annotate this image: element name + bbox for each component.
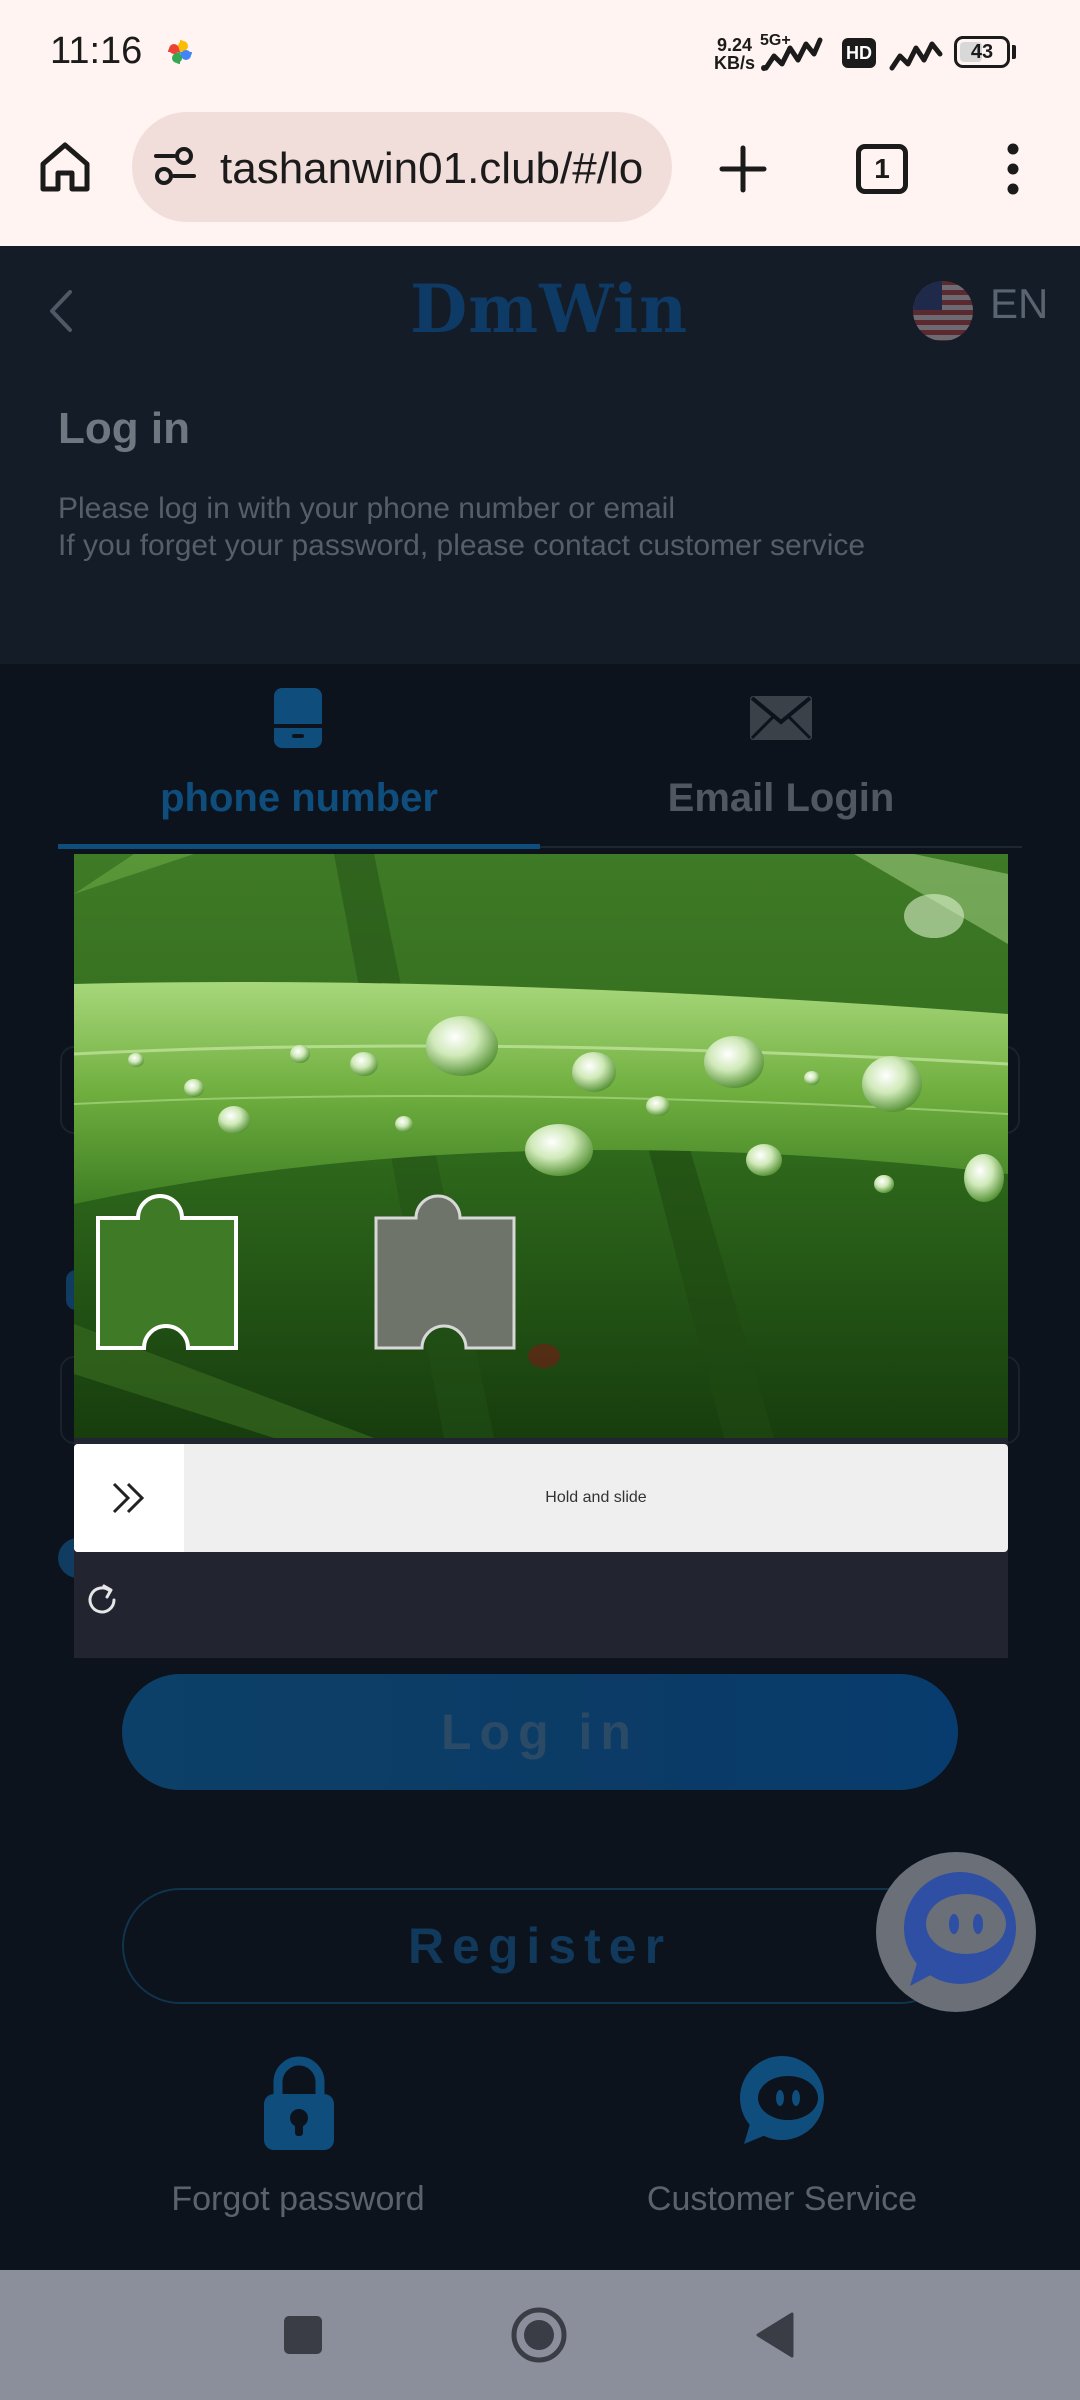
- address-bar[interactable]: tashanwin01.club/#/lo: [132, 112, 672, 222]
- page-title: Log in: [58, 404, 190, 453]
- customer-service-link[interactable]: Customer Service: [582, 2180, 982, 2219]
- tab-email-login[interactable]: Email Login: [540, 776, 1022, 821]
- tab-phone-number[interactable]: phone number: [58, 776, 540, 821]
- network-speed: 9.24 KB/s: [714, 35, 756, 73]
- lock-icon[interactable]: [258, 2054, 340, 2152]
- tab-switcher-button[interactable]: 1: [856, 144, 908, 194]
- forgot-password-link[interactable]: Forgot password: [98, 2180, 498, 2219]
- captcha-image: [74, 854, 1008, 1438]
- hd-badge: HD: [842, 38, 876, 68]
- refresh-icon[interactable]: [82, 1580, 122, 1620]
- photos-icon: [168, 40, 192, 64]
- back-arrow-icon[interactable]: [44, 286, 78, 336]
- battery-icon: 43: [954, 36, 1010, 68]
- home-button[interactable]: [510, 2306, 568, 2364]
- active-tab-indicator: [58, 844, 540, 849]
- captcha-slider-handle[interactable]: [74, 1444, 184, 1552]
- new-tab-icon[interactable]: [718, 144, 768, 194]
- site-settings-icon[interactable]: [152, 146, 198, 188]
- captcha-slider-track[interactable]: Hold and slide: [74, 1444, 1008, 1552]
- dmwin-logo: DmWin: [410, 270, 689, 348]
- browser-toolbar: tashanwin01.club/#/lo 1: [0, 108, 1080, 246]
- url-text[interactable]: tashanwin01.club/#/lo: [220, 144, 656, 194]
- page-header: DmWin EN Log in Please log in with your …: [0, 246, 1080, 664]
- back-button[interactable]: [752, 2310, 798, 2360]
- envelope-icon[interactable]: [748, 694, 814, 742]
- signal-strength-icon: [889, 41, 943, 71]
- login-instructions: Please log in with your phone number or …: [58, 492, 866, 562]
- us-flag-icon[interactable]: [910, 280, 976, 342]
- login-button[interactable]: Log in: [122, 1674, 958, 1790]
- system-navigation-bar: [0, 2270, 1080, 2400]
- chat-bubble-icon[interactable]: [874, 1850, 1038, 2014]
- recent-apps-button[interactable]: [284, 2316, 322, 2354]
- more-options-icon[interactable]: [998, 140, 1028, 198]
- slider-instruction: Hold and slide: [545, 1489, 647, 1506]
- language-label[interactable]: EN: [990, 280, 1048, 328]
- double-chevron-right-icon: [112, 1482, 145, 1514]
- status-bar: 11:16 9.24 KB/s 5G+ HD 43: [0, 0, 1080, 108]
- customer-service-icon[interactable]: [734, 2054, 828, 2148]
- battery-level: 43: [970, 41, 994, 63]
- status-time: 11:16: [50, 30, 143, 72]
- home-icon[interactable]: [36, 138, 94, 196]
- register-button[interactable]: Register: [122, 1888, 958, 2004]
- mobile-signal-icon: 5G+: [760, 32, 830, 74]
- slider-captcha: Hold and slide: [74, 854, 1008, 1658]
- phone-icon[interactable]: [270, 686, 326, 750]
